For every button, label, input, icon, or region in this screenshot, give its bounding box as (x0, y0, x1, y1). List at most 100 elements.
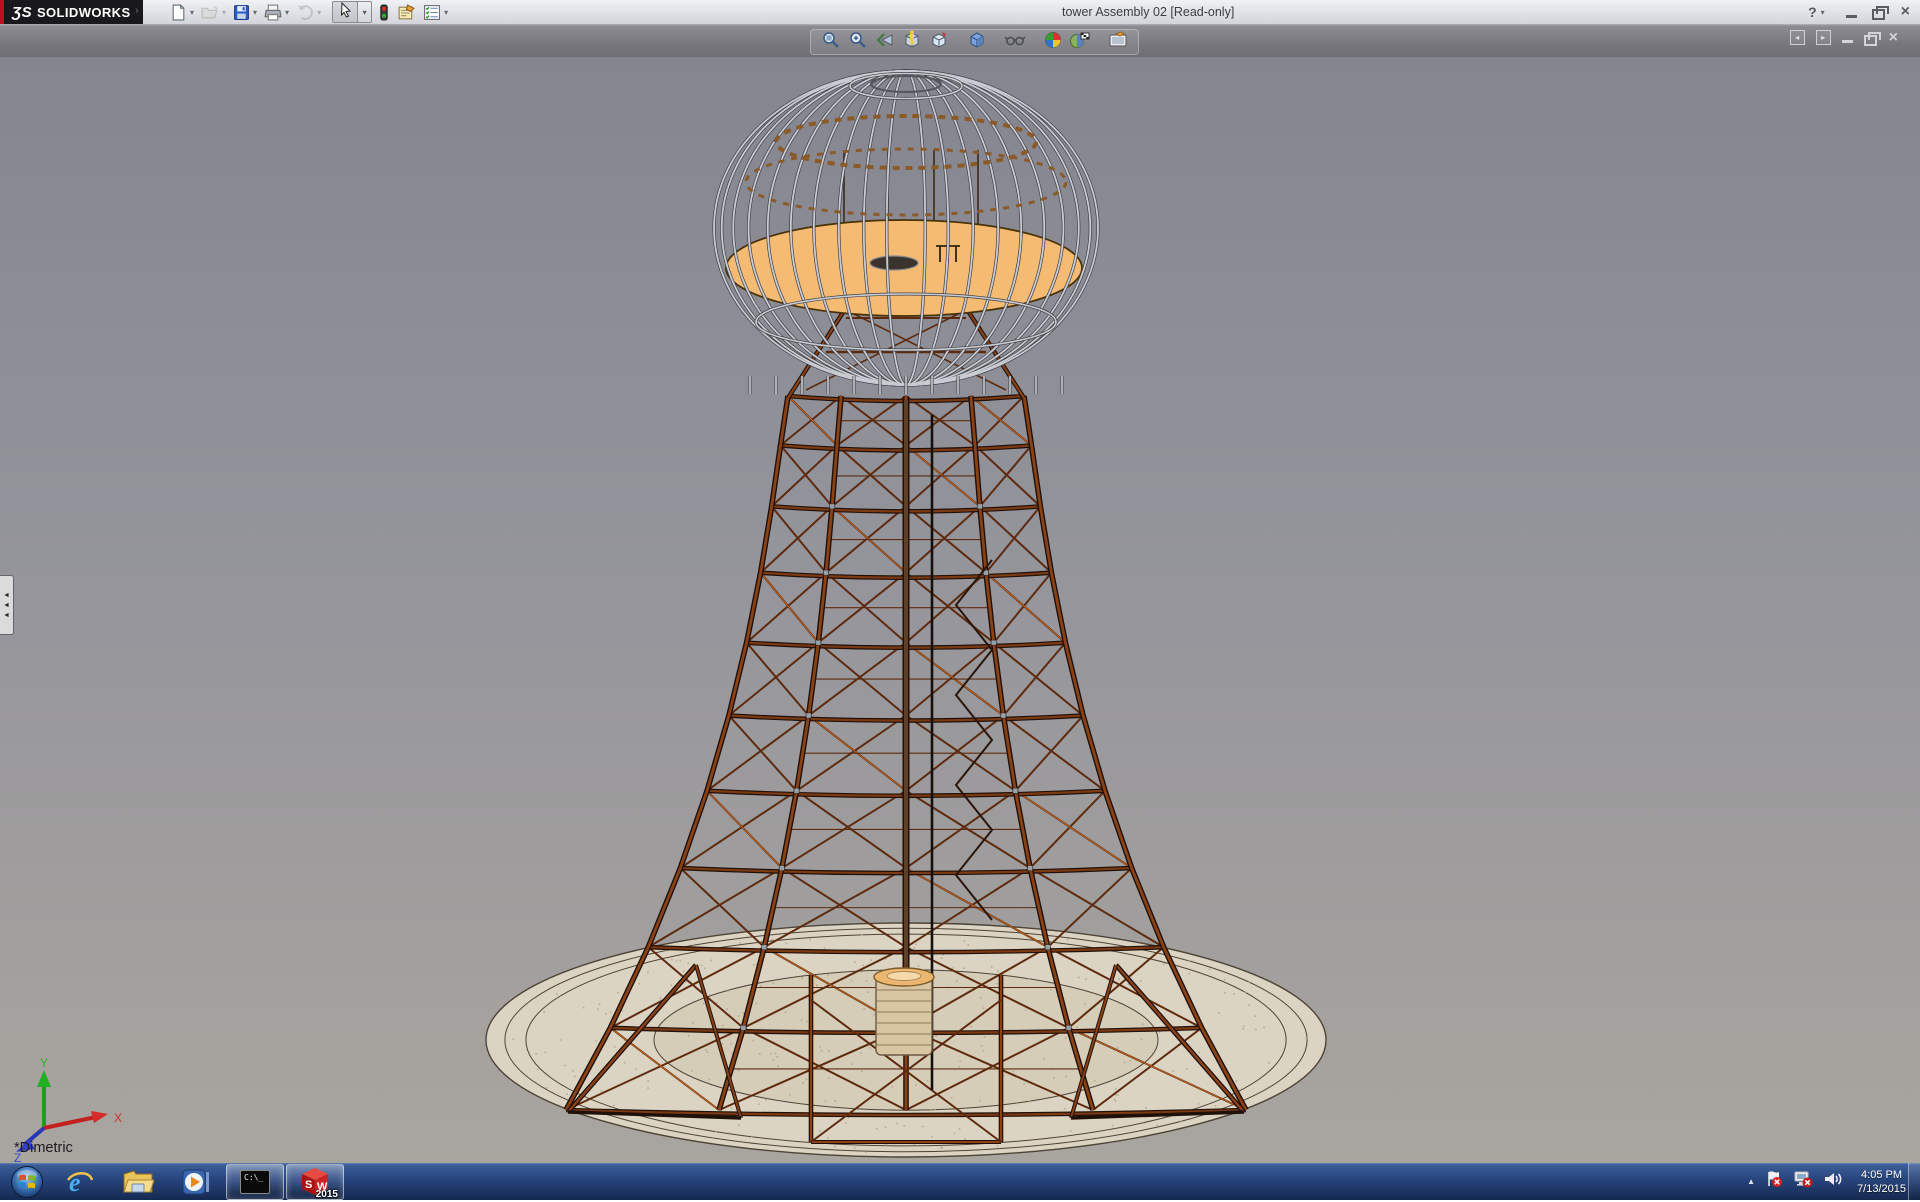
start-button[interactable] (8, 1163, 45, 1200)
hide-show-items-icon (1004, 30, 1026, 55)
collapse-arrow-icon: ◄ (3, 601, 10, 610)
print-dropdown-icon[interactable]: ▾ (285, 8, 289, 17)
new-document-icon (170, 4, 187, 21)
tower-model-view[interactable] (0, 56, 1920, 1163)
section-view-icon (902, 30, 922, 55)
open-button[interactable]: ▾ (199, 2, 228, 22)
open-dropdown-icon[interactable]: ▾ (222, 8, 226, 17)
solidworks-window: ƷS SOLIDWORKS › ▾ ▾ ▾ (0, 0, 1920, 1200)
undo-button[interactable]: ▾ (294, 2, 323, 22)
minimize-button[interactable] (1846, 15, 1857, 18)
display-style-button[interactable] (966, 31, 988, 53)
sw-letter-s: S (305, 1179, 312, 1191)
apply-scene-button[interactable] (1069, 31, 1091, 53)
heads-up-view-bar: ◂ ▸ × (0, 25, 1920, 57)
help-dropdown-icon: ▾ (1821, 8, 1825, 17)
solidworks-logo: ƷS SOLIDWORKS (4, 0, 143, 24)
undo-icon (296, 4, 314, 21)
help-icon: ? (1808, 4, 1817, 20)
taskbar-clock[interactable]: 4:05 PM 7/13/2015 (1857, 1168, 1906, 1196)
windows-start-icon (10, 1165, 44, 1199)
taskbar-file-explorer[interactable] (110, 1165, 166, 1199)
section-view-button[interactable] (901, 31, 923, 53)
select-button-group: ▾ (332, 1, 372, 23)
print-button[interactable]: ▾ (262, 2, 291, 22)
taskbar-solidworks-2015[interactable]: S W 2015 (286, 1164, 344, 1200)
view-settings-icon (1107, 30, 1129, 55)
view-orientation-button[interactable] (928, 31, 950, 53)
main-toolbar: ▾ ▾ ▾ ▾ (168, 1, 453, 23)
select-button[interactable] (332, 1, 358, 23)
y-axis-label: Y (40, 1056, 48, 1070)
undo-dropdown-icon[interactable]: ▾ (317, 8, 321, 17)
view-settings-button[interactable] (1107, 31, 1129, 53)
view-orientation-icon (929, 30, 949, 55)
taskbar-internet-explorer[interactable]: e (52, 1165, 108, 1199)
restore-button[interactable] (1872, 6, 1886, 18)
save-dropdown-icon[interactable]: ▾ (253, 8, 257, 17)
zoom-to-fit-button[interactable] (820, 31, 842, 53)
taskbar-command-prompt[interactable]: C:\_ (226, 1164, 284, 1200)
save-button[interactable]: ▾ (231, 2, 259, 22)
previous-pane-button[interactable]: ◂ (1790, 30, 1805, 45)
zoom-to-area-button[interactable] (847, 31, 869, 53)
print-icon (264, 4, 282, 21)
document-window-controls: ◂ ▸ × (1790, 30, 1898, 45)
new-document-button[interactable]: ▾ (168, 2, 196, 22)
select-dropdown-button[interactable]: ▾ (358, 1, 372, 23)
media-player-icon (181, 1167, 211, 1197)
apply-scene-icon (1069, 30, 1091, 55)
edit-appearance-icon (1043, 30, 1063, 55)
document-restore-button[interactable] (1864, 32, 1878, 44)
zoom-to-fit-icon (821, 30, 841, 55)
system-tray: ▲ 4:05 PM 7/13/2015 (1747, 1163, 1906, 1200)
select-cursor-icon (338, 2, 353, 23)
display-style-icon (967, 30, 987, 55)
rebuild-traffic-light-icon (378, 4, 390, 21)
view-orientation-label: *Dimetric (14, 1140, 73, 1156)
options-button[interactable]: ▾ (421, 2, 450, 22)
options-dropdown-icon[interactable]: ▾ (444, 8, 448, 17)
document-minimize-button[interactable] (1842, 40, 1853, 43)
x-axis-arrow (91, 1111, 108, 1123)
taskbar-media-player[interactable] (168, 1165, 224, 1199)
internet-explorer-icon: e (65, 1167, 95, 1197)
title-bar: ƷS SOLIDWORKS › ▾ ▾ ▾ (0, 0, 1920, 25)
show-desktop-button[interactable] (1908, 1163, 1920, 1200)
window-controls: ? ▾ × (1808, 0, 1910, 24)
action-center-icon[interactable] (1765, 1170, 1783, 1193)
rebuild-button[interactable] (376, 2, 392, 22)
previous-view-icon (875, 30, 895, 55)
file-properties-button[interactable] (395, 2, 418, 22)
file-explorer-icon (122, 1168, 154, 1196)
hide-show-items-button[interactable] (1004, 31, 1026, 53)
collapse-arrow-icon: ◄ (3, 591, 10, 600)
help-button[interactable]: ? ▾ (1808, 4, 1825, 20)
document-close-button[interactable]: × (1889, 31, 1898, 45)
y-axis-arrow (37, 1070, 51, 1087)
next-pane-button[interactable]: ▸ (1816, 30, 1831, 45)
edit-appearance-button[interactable] (1042, 31, 1064, 53)
close-button[interactable]: × (1901, 4, 1910, 20)
feature-manager-collapsed-tab[interactable]: ◄ ◄ ◄ (0, 575, 14, 635)
windows-taskbar: e C:\_ (0, 1163, 1920, 1200)
options-icon (423, 4, 441, 21)
solidworks-logo-mark: ƷS (12, 4, 32, 21)
sw-year-badge: 2015 (316, 1189, 338, 1200)
solidworks-2015-icon: S W 2015 (298, 1167, 332, 1197)
save-icon (233, 4, 250, 21)
open-icon (201, 4, 219, 21)
volume-icon[interactable] (1823, 1170, 1843, 1193)
new-document-dropdown-icon[interactable]: ▾ (190, 8, 194, 17)
zoom-to-area-icon (848, 30, 868, 55)
previous-view-button[interactable] (874, 31, 896, 53)
heads-up-view-toolbar (810, 29, 1139, 55)
clock-date: 7/13/2015 (1857, 1182, 1906, 1196)
x-axis-label: X (114, 1111, 122, 1125)
menu-flyout-icon[interactable]: › (135, 5, 139, 17)
tray-expand-icon[interactable]: ▲ (1747, 1177, 1755, 1186)
graphics-viewport[interactable]: ◄ ◄ ◄ Y X Z *Dimetric (0, 56, 1920, 1163)
collapse-arrow-icon: ◄ (3, 611, 10, 620)
network-status-icon[interactable] (1793, 1170, 1813, 1193)
solidworks-logo-text: SOLIDWORKS (37, 5, 131, 20)
